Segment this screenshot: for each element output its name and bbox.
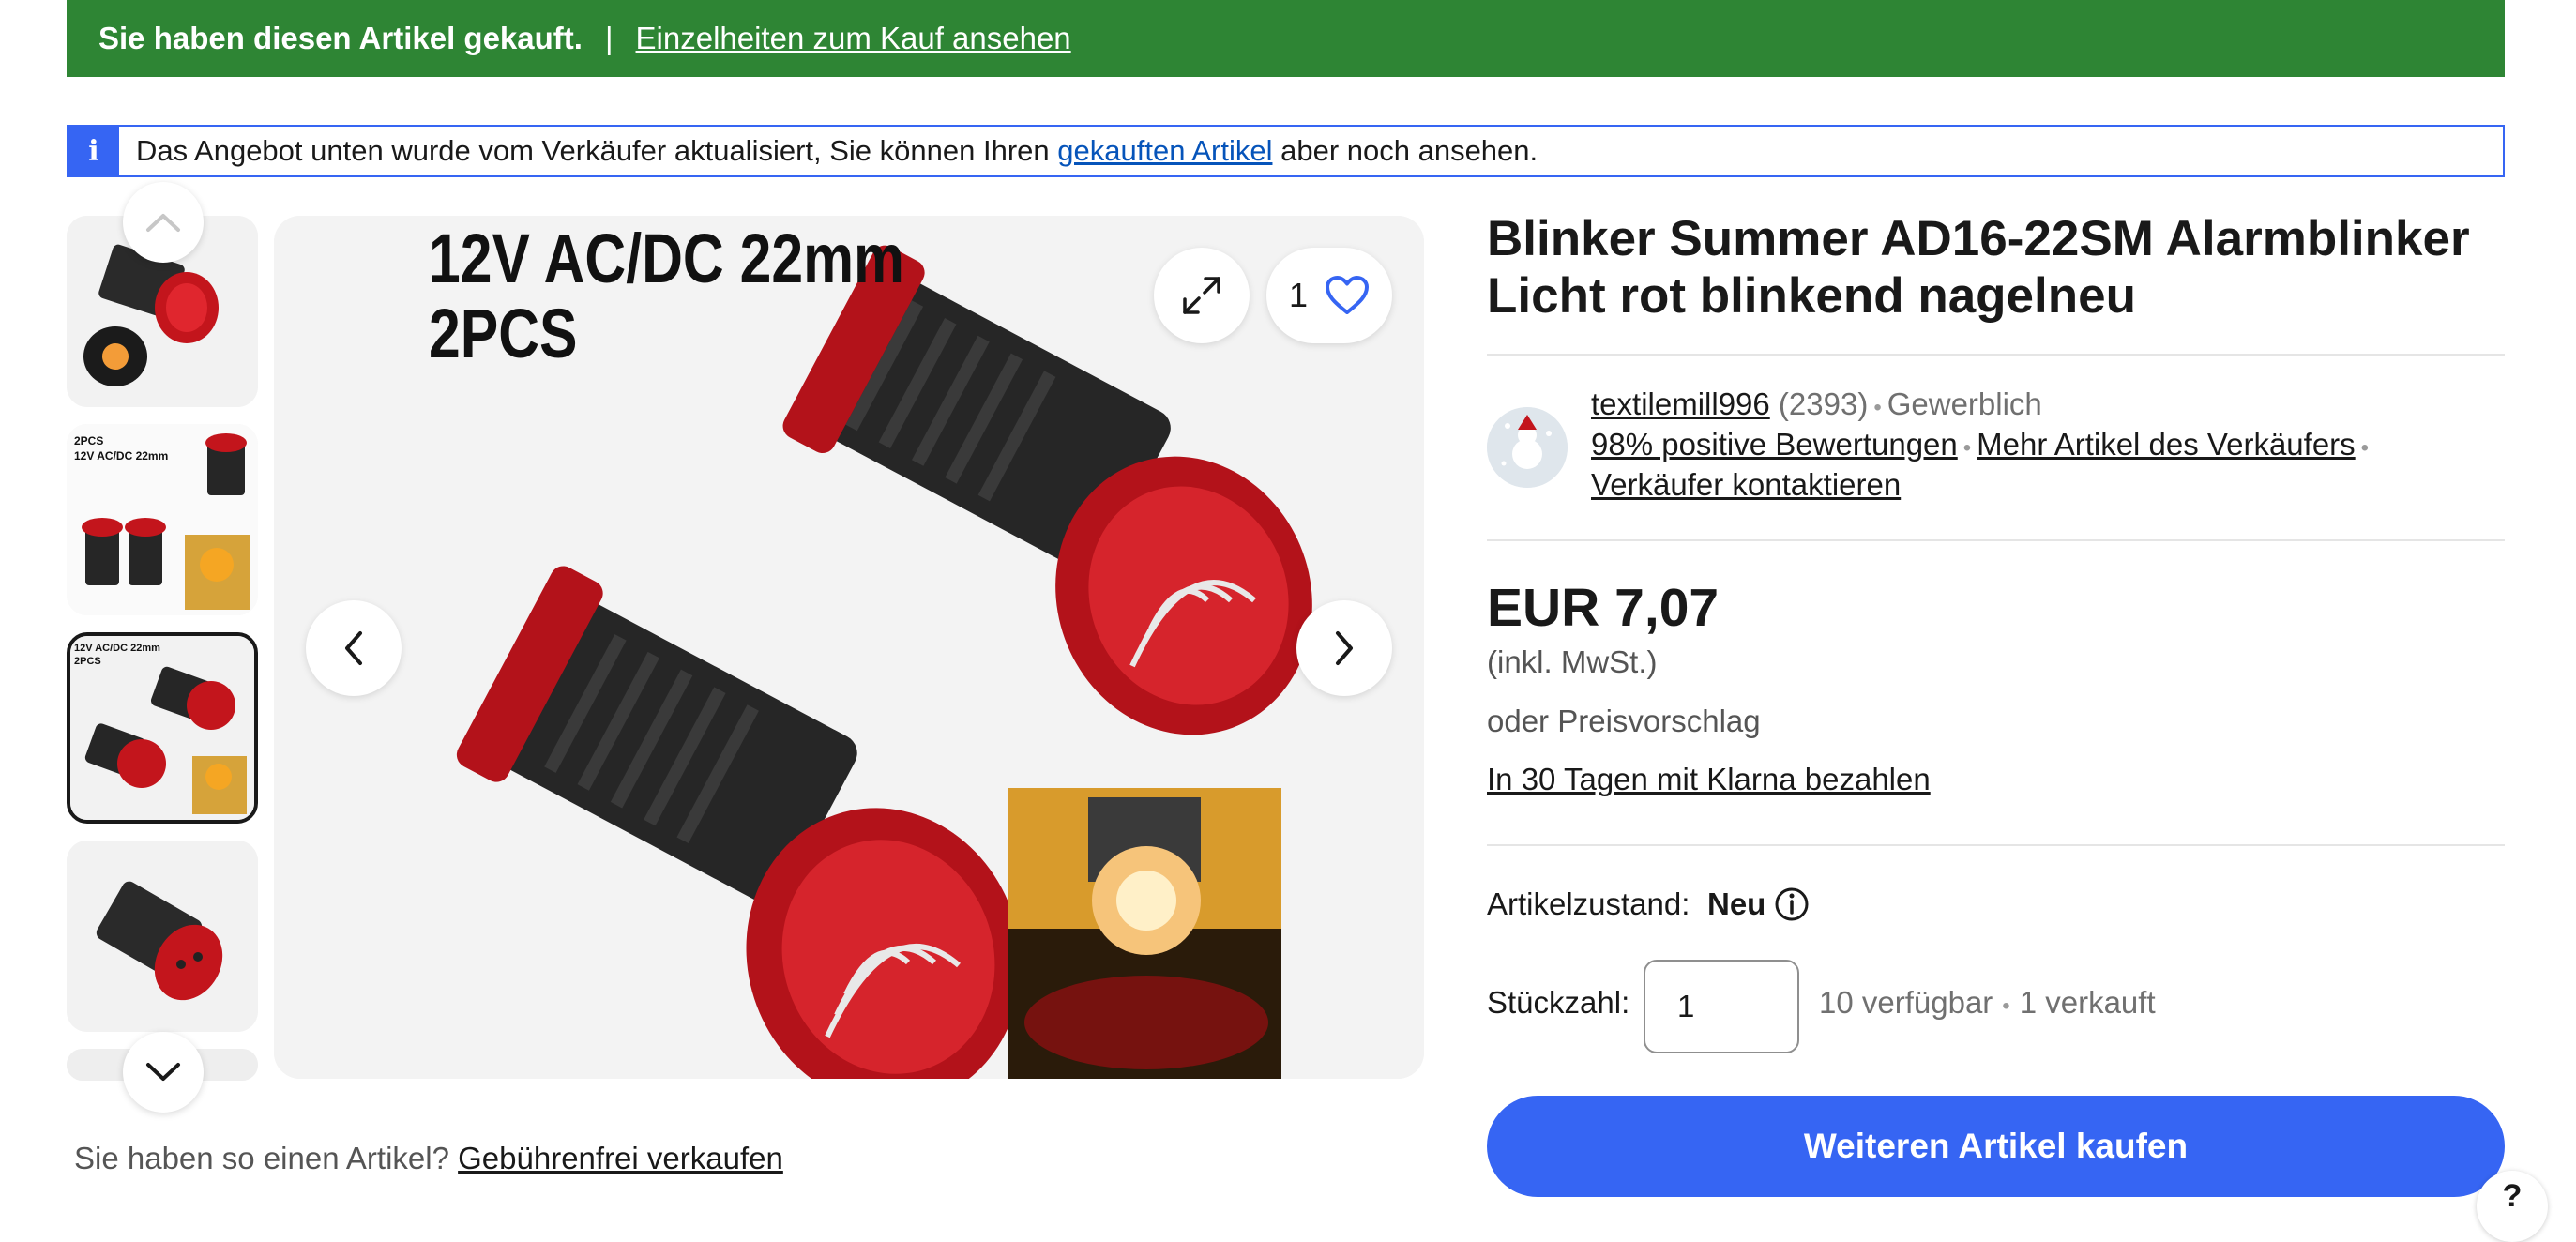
svg-text:12V AC/DC 22mm: 12V AC/DC 22mm xyxy=(74,449,168,462)
tax-note: (inkl. MwSt.) xyxy=(1487,644,1658,679)
thumbnail-2[interactable]: 2PCS 12V AC/DC 22mm xyxy=(67,424,258,615)
seller-feedback-count: (2393) xyxy=(1778,386,1869,421)
divider xyxy=(1487,539,2505,541)
chevron-left-icon xyxy=(345,631,362,665)
purchased-text: Sie haben diesen Artikel gekauft. xyxy=(98,21,583,55)
thumbnail-4-image xyxy=(67,841,258,1032)
sell-question: Sie haben so einen Artikel? xyxy=(74,1141,449,1175)
item-title: Blinker Summer AD16-22SM Alarmblinker Li… xyxy=(1487,211,2470,324)
info-icon: i xyxy=(68,127,119,175)
thumbnail-3[interactable]: 12V AC/DC 22mm 2PCS xyxy=(67,632,258,824)
condition-info-icon[interactable] xyxy=(1773,886,1811,923)
quantity-input[interactable] xyxy=(1644,960,1799,1053)
dot-separator: • xyxy=(1873,395,1882,420)
seller-name-line: textilemill996 (2393) • Gewerblich xyxy=(1591,386,2042,422)
contact-seller-link[interactable]: Verkäufer kontaktieren xyxy=(1591,467,1901,502)
availability: 10 verfügbar • 1 verkauft xyxy=(1819,985,2156,1021)
purchase-details-link[interactable]: Einzelheiten zum Kauf ansehen xyxy=(636,21,1071,56)
expand-icon xyxy=(1183,277,1220,314)
banner-separator: | xyxy=(604,21,614,55)
sell-prompt: Sie haben so einen Artikel? Gebührenfrei… xyxy=(74,1141,783,1176)
thumbnails-scroll-up-button[interactable] xyxy=(123,182,204,263)
seller-links-line: 98% positive Bewertungen • Mehr Artikel de… xyxy=(1591,427,2374,462)
thumbnail-4[interactable] xyxy=(67,841,258,1032)
thumbnail-3-image: 12V AC/DC 22mm 2PCS xyxy=(70,636,254,820)
seller-type: Gewerblich xyxy=(1887,386,2042,421)
chevron-down-icon xyxy=(146,1063,180,1081)
sell-free-link[interactable]: Gebührenfrei verkaufen xyxy=(458,1141,783,1175)
notice-text-before: Das Angebot unten wurde vom Verkäufer ak… xyxy=(136,134,1050,167)
best-offer-text: oder Preisvorschlag xyxy=(1487,704,1761,738)
purchased-item-link[interactable]: gekauften Artikel xyxy=(1057,134,1272,168)
thumbnail-2-image: 2PCS 12V AC/DC 22mm xyxy=(67,424,258,615)
purchase-banner: Sie haben diesen Artikel gekauft. | Einz… xyxy=(67,0,2505,77)
svg-text:2PCS: 2PCS xyxy=(74,434,103,447)
seller-name-link[interactable]: textilemill996 xyxy=(1591,386,1770,421)
quantity-label: Stückzahl: xyxy=(1487,985,1630,1020)
dot-separator: • xyxy=(1962,435,1972,461)
listing-updated-notice: i Das Angebot unten wurde vom Verkäufer … xyxy=(67,125,2505,177)
dot-separator: • xyxy=(2002,993,2010,1019)
chevron-up-icon xyxy=(146,214,180,232)
dot-separator: • xyxy=(2360,435,2370,461)
heart-icon xyxy=(1326,276,1370,314)
sold-count: 1 verkauft xyxy=(2019,985,2156,1020)
divider xyxy=(1487,354,2505,356)
condition-label: Artikelzustand: xyxy=(1487,886,1690,921)
svg-text:12V AC/DC 22mm: 12V AC/DC 22mm xyxy=(74,643,160,654)
more-items-link[interactable]: Mehr Artikel des Verkäufers xyxy=(1977,427,2356,462)
previous-image-button[interactable] xyxy=(306,600,402,696)
watchlist-button[interactable]: 1 xyxy=(1266,248,1392,343)
positive-feedback-link[interactable]: 98% positive Bewertungen xyxy=(1591,427,1958,462)
image-text-line1: 12V AC/DC 22mm xyxy=(429,220,904,297)
notice-text-after: aber noch ansehen. xyxy=(1280,134,1538,167)
item-price: EUR 7,07 xyxy=(1487,578,1720,638)
chevron-right-icon xyxy=(1336,631,1353,665)
thumbnails-scroll-down-button[interactable] xyxy=(123,1032,204,1113)
svg-text:2PCS: 2PCS xyxy=(74,656,101,667)
available-count: 10 verfügbar xyxy=(1819,985,1993,1020)
main-product-image[interactable]: 12V AC/DC 22mm 2PCS 1 xyxy=(274,216,1424,1079)
next-image-button[interactable] xyxy=(1296,600,1392,696)
klarna-link[interactable]: In 30 Tagen mit Klarna bezahlen xyxy=(1487,762,1931,797)
image-overlay-text: 12V AC/DC 22mm 2PCS xyxy=(429,221,904,371)
watch-count: 1 xyxy=(1288,276,1309,314)
fullscreen-button[interactable] xyxy=(1154,248,1250,343)
buy-again-button[interactable]: Weiteren Artikel kaufen xyxy=(1487,1096,2505,1197)
divider xyxy=(1487,844,2505,846)
seller-avatar[interactable] xyxy=(1487,407,1568,488)
image-text-line2: 2PCS xyxy=(429,295,578,372)
help-icon: ? xyxy=(2502,1178,2523,1214)
avatar-image xyxy=(1487,407,1568,488)
seller-contact-line: Verkäufer kontaktieren xyxy=(1591,467,1901,503)
help-button[interactable]: ? xyxy=(2477,1171,2548,1242)
condition-value: Neu xyxy=(1707,886,1766,921)
